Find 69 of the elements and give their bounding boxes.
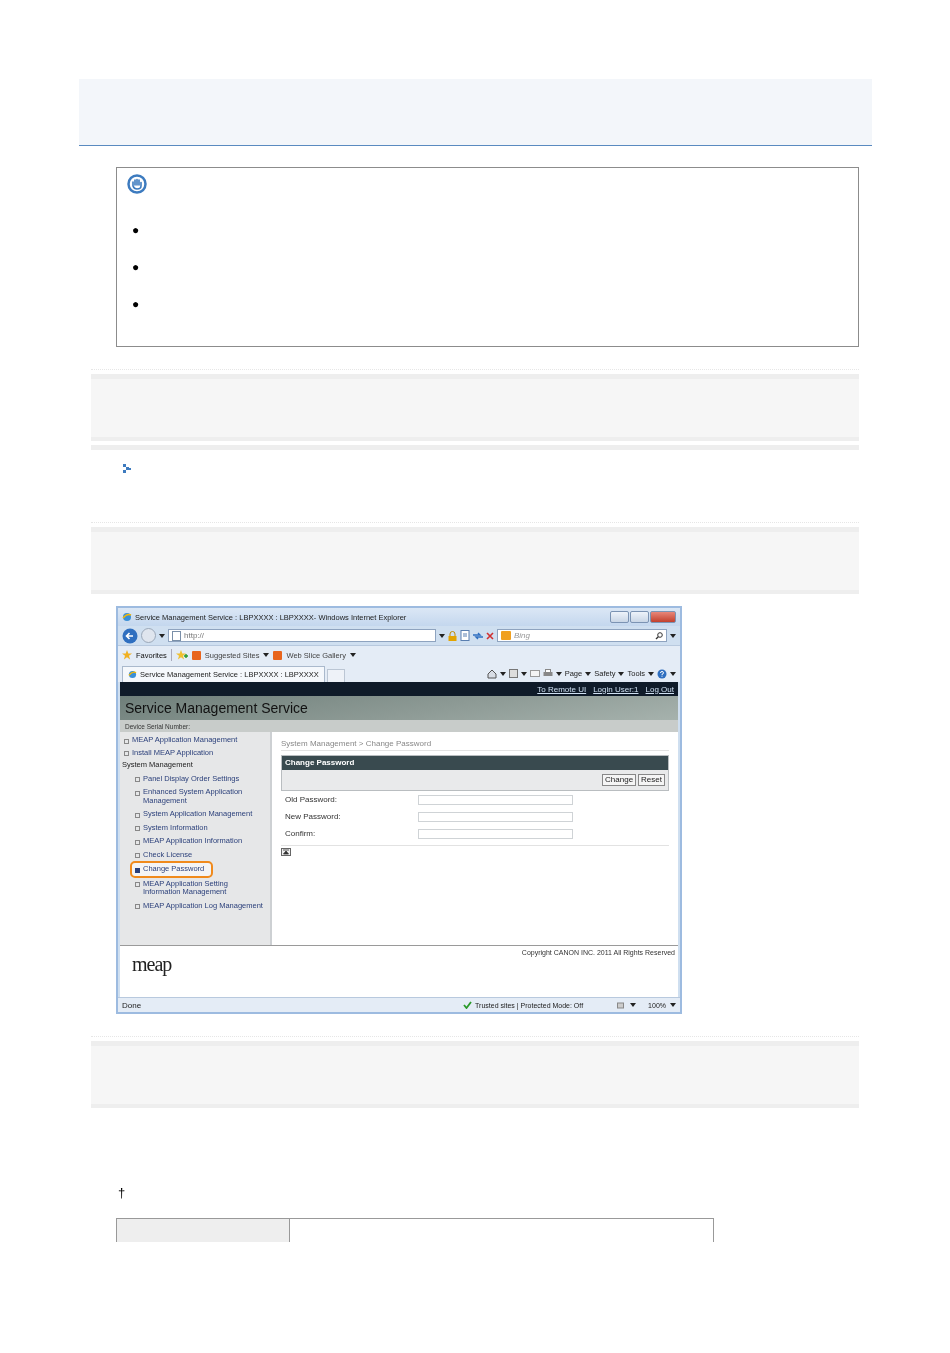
arrow-icon <box>123 464 131 474</box>
logo: meap <box>132 953 172 978</box>
status-text: Done <box>122 1000 143 1010</box>
browser-icon <box>128 670 137 679</box>
address-field[interactable]: http:// <box>168 629 436 642</box>
caret-icon[interactable] <box>630 1003 637 1007</box>
help-icon[interactable] <box>657 668 667 679</box>
bullet-mark: ● <box>132 259 141 276</box>
bullet-mark: ● <box>132 296 141 313</box>
bullet-icon <box>135 904 140 909</box>
home-icon[interactable] <box>486 668 497 679</box>
site-icon <box>191 650 201 660</box>
bullet-icon <box>135 839 140 845</box>
search-provider-icon <box>501 631 511 640</box>
browser-icon <box>122 612 132 622</box>
lock-icon <box>448 630 457 641</box>
top-link[interactable]: Login User:1 <box>593 684 639 694</box>
bullet-icon <box>135 777 140 782</box>
panel-title: Change Password <box>282 756 668 770</box>
bullet-icon <box>135 826 140 831</box>
caret-icon[interactable] <box>585 671 592 676</box>
search-icon[interactable] <box>655 631 663 640</box>
password-field[interactable] <box>418 828 573 839</box>
form-button[interactable]: Reset <box>638 774 665 786</box>
caret-icon[interactable] <box>670 671 676 676</box>
caret-icon[interactable] <box>520 671 527 676</box>
top-link[interactable]: To Remote UI <box>537 684 587 694</box>
page-icon <box>172 630 181 641</box>
field-label: Old Password: <box>285 795 339 804</box>
form-button[interactable]: Change <box>602 774 637 786</box>
bullet-icon <box>135 853 140 858</box>
caret-icon[interactable] <box>618 671 625 676</box>
page-top-icon[interactable] <box>281 848 291 856</box>
site-icon <box>273 650 283 660</box>
bullet-icon <box>124 751 129 756</box>
breadcrumb: System Management > Change Password <box>281 739 669 751</box>
caret-icon[interactable] <box>349 653 356 657</box>
password-field[interactable] <box>418 794 573 805</box>
bullet-icon <box>124 738 129 744</box>
field-label: Confirm: <box>285 829 317 838</box>
minimize-button[interactable] <box>610 611 629 623</box>
refresh-icon[interactable] <box>473 631 483 640</box>
caret-icon[interactable] <box>555 671 562 676</box>
field-label: New Password: <box>285 812 342 821</box>
bullet-icon <box>135 867 140 873</box>
stop-icon[interactable] <box>486 631 494 640</box>
bullet-icon <box>135 790 140 796</box>
maximize-button[interactable] <box>630 611 649 623</box>
caret-icon[interactable] <box>670 633 676 638</box>
app-title: Service Management Service <box>125 700 308 716</box>
top-link[interactable]: Log Out <box>645 684 674 694</box>
feed-icon[interactable] <box>508 669 518 678</box>
caret-icon[interactable] <box>263 653 270 657</box>
caret-icon[interactable] <box>670 1003 676 1007</box>
check-icon <box>463 1001 473 1009</box>
bullet-icon <box>135 812 140 818</box>
caret-icon[interactable] <box>439 633 445 638</box>
star-icon <box>122 650 132 660</box>
footnote-mark: † <box>118 1186 127 1200</box>
caret-icon[interactable] <box>499 671 506 676</box>
password-field[interactable] <box>418 811 573 822</box>
caret-icon[interactable] <box>648 671 654 676</box>
bullet-icon <box>135 882 140 887</box>
bullet-mark: ● <box>132 222 141 239</box>
add-favorite-icon[interactable] <box>175 650 188 660</box>
back-icon[interactable] <box>122 627 138 644</box>
compatibility-icon[interactable] <box>460 630 470 641</box>
hand-icon <box>127 174 147 194</box>
caret-icon[interactable] <box>159 633 165 638</box>
